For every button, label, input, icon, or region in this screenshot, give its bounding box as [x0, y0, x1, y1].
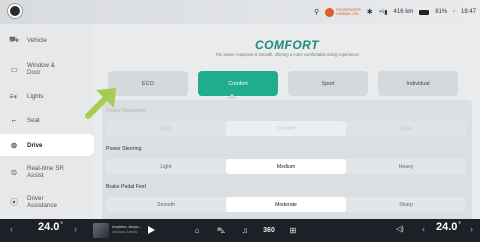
sidebar-item-label: Lights [27, 92, 44, 100]
car-control-icon[interactable]: ⛍ [214, 224, 228, 237]
power-response-sport: Sport [399, 125, 413, 132]
drive-settings-panel: COMFORT The power response is smooth, of… [94, 24, 480, 219]
power-steering-light[interactable]: Light [106, 159, 226, 174]
mic-icon: ⚲ [314, 9, 320, 16]
driver-assistance-icon: ⦿ [10, 197, 18, 207]
brake-pedal-smooth[interactable]: Smooth [106, 197, 226, 212]
sidebar-item-label: Vehicle [27, 36, 47, 44]
right-temp-down-icon[interactable]: ‹ [422, 224, 425, 234]
power-steering-heavy[interactable]: Heavy [346, 159, 466, 174]
home-icon[interactable]: ⌂ [190, 224, 204, 237]
apps-grid-icon[interactable]: ⊞ [286, 224, 300, 237]
right-temp-value: 24.0 [436, 221, 458, 233]
bluetooth-icon: ✱ [366, 9, 373, 16]
sidebar-item-realtime-sr-assist[interactable]: ⊜ Real-time SR Assist [0, 159, 94, 185]
status-indicators: ⚲ PASSENGER AIRBAG ON ✱ ⁴ᴳ▮ 416 km 81% •… [314, 0, 476, 24]
media-artwork[interactable] [93, 223, 109, 238]
sidebar-item-label: Driver Assistance [27, 195, 57, 209]
battery-percent: 81% [435, 9, 448, 15]
pointer-arrow-icon [85, 88, 116, 119]
brake-pedal-label: Brake Pedal Feel [106, 184, 146, 190]
sidebar-item-drive[interactable]: ⊛ Drive [0, 134, 94, 156]
steering-wheel-icon: ⊛ [10, 140, 18, 150]
status-bar: ⚲ PASSENGER AIRBAG ON ✱ ⁴ᴳ▮ 416 km 81% •… [0, 0, 480, 24]
brake-pedal-moderate[interactable]: Moderate [226, 197, 346, 212]
settings-sidebar: ⛟ Vehicle ▭ Window & Door ≡◐ Lights ⌐ Sea… [0, 24, 94, 219]
sidebar-item-lights[interactable]: ≡◐ Lights [0, 85, 94, 107]
left-temp-value: 24.0 [38, 221, 60, 233]
signal-icon: ⁴ᴳ▮ [378, 9, 388, 16]
left-temp-up-icon[interactable]: › [74, 224, 77, 234]
music-icon[interactable]: ♫ [238, 224, 252, 237]
left-temp-down-icon[interactable]: ‹ [10, 224, 13, 234]
power-response-comfort: Comfort [226, 121, 346, 136]
right-temp-unit: ° [458, 222, 461, 228]
power-icon[interactable] [8, 4, 22, 18]
bottom-dock: ‹ 24.0 ° › Anytime, Anyw... Various Artis… [0, 219, 480, 242]
airbag-status: PASSENGER AIRBAG ON [325, 7, 361, 17]
volume-icon[interactable]: ◁) [396, 225, 404, 233]
clock: 18:47 [460, 9, 476, 15]
sidebar-item-label: Seat [27, 116, 40, 124]
mode-description: The power response is smooth, offering a… [215, 52, 359, 57]
right-temp-up-icon[interactable]: › [470, 224, 473, 234]
car-icon: ⛟ [8, 35, 20, 44]
battery-icon [419, 9, 430, 15]
power-steering-label: Power Steering [106, 146, 142, 152]
mode-individual-button[interactable]: Individual [378, 71, 458, 96]
sr-assist-icon: ⊜ [10, 167, 18, 177]
lights-icon: ≡◐ [9, 91, 19, 101]
sidebar-item-driver-assistance[interactable]: ⦿ Driver Assistance [0, 189, 94, 215]
mode-title: COMFORT [255, 38, 319, 52]
right-temperature[interactable]: 24.0 ° [436, 221, 461, 233]
brake-pedal-selector: Smooth Moderate Sharp [106, 197, 466, 212]
camera-360-icon[interactable]: 360 [262, 224, 276, 237]
seat-icon: ⌐ [11, 115, 17, 125]
power-response-eco: ECO [160, 125, 172, 132]
drive-mode-selector: ECO Comfort Sport Individual [108, 71, 468, 96]
notification-dot: • [453, 9, 455, 15]
mode-comfort-button[interactable]: Comfort [198, 71, 278, 96]
sidebar-item-label: Drive [27, 141, 43, 149]
power-steering-medium[interactable]: Medium [226, 159, 346, 174]
mode-caret-indicator [227, 94, 237, 99]
sidebar-item-label: Real-time SR Assist [27, 165, 64, 179]
sidebar-item-seat[interactable]: ⌐ Seat [0, 109, 94, 131]
media-artist: Various Artists [112, 228, 138, 234]
airbag-line2: AIRBAG ON [336, 11, 359, 16]
mode-details-panel: Power Response ECO Comfort Sport Power S… [102, 100, 472, 219]
window-icon: ▭ [10, 64, 18, 74]
left-temp-unit: ° [60, 222, 63, 228]
range-text: 416 km [393, 9, 414, 15]
play-icon[interactable] [148, 226, 155, 234]
brake-pedal-sharp[interactable]: Sharp [346, 197, 466, 212]
media-info[interactable]: Anytime, Anyw... Various Artists [112, 224, 141, 234]
airbag-icon [325, 7, 335, 17]
left-temperature[interactable]: 24.0 ° [38, 221, 63, 233]
sidebar-item-vehicle[interactable]: ⛟ Vehicle [0, 29, 94, 51]
sidebar-item-label: Window & Door [27, 62, 55, 76]
power-steering-selector: Light Medium Heavy [106, 159, 466, 174]
power-response-selector: ECO Comfort Sport [106, 121, 466, 136]
sidebar-item-window-door[interactable]: ▭ Window & Door [0, 56, 94, 82]
mode-sport-button[interactable]: Sport [288, 71, 368, 96]
